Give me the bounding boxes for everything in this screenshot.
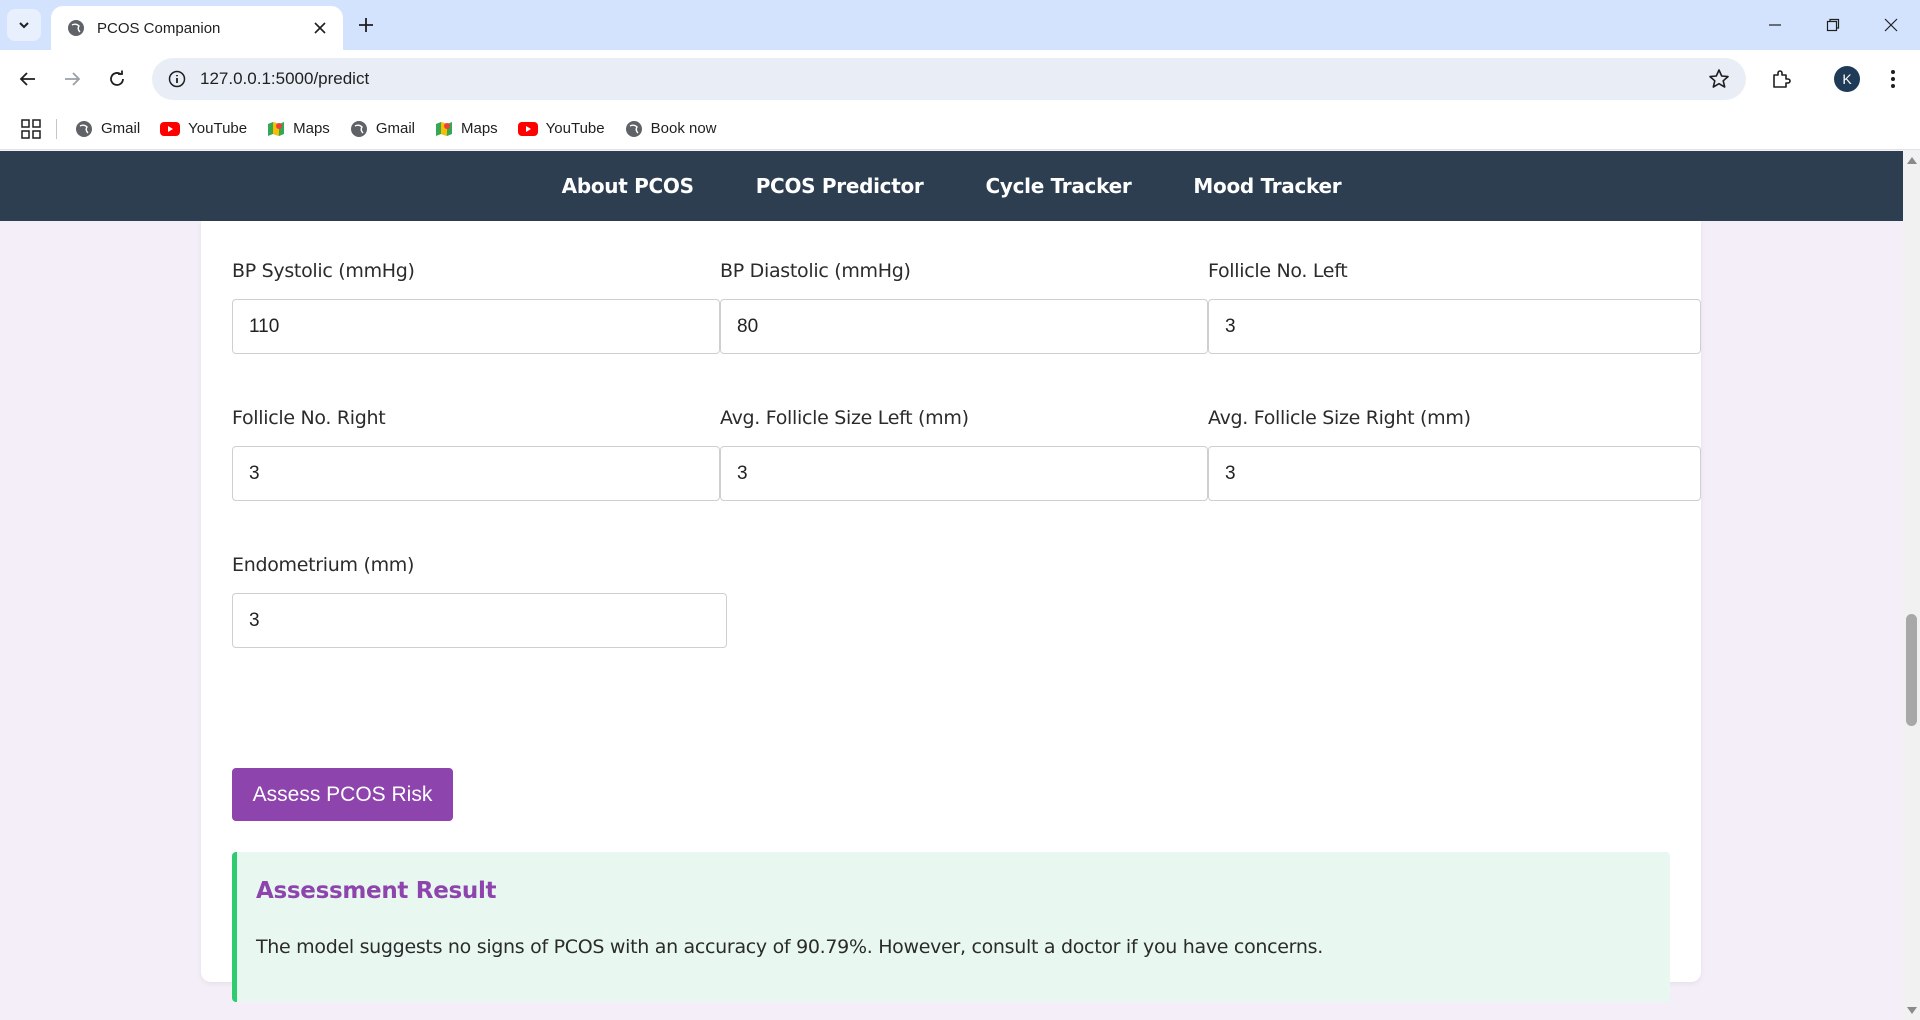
more-vertical-icon <box>1891 70 1895 88</box>
page-viewport: About PCOS PCOS Predictor Cycle Tracker … <box>0 151 1903 1020</box>
youtube-icon <box>517 121 538 136</box>
predictor-form-card: BP Systolic (mmHg) 110 BP Diastolic (mmH… <box>201 221 1701 1002</box>
extensions-button[interactable] <box>1766 64 1796 94</box>
info-icon <box>168 70 186 88</box>
close-window-button[interactable] <box>1862 0 1920 50</box>
bookmark-star-icon[interactable] <box>1708 68 1730 90</box>
back-button[interactable] <box>13 64 43 94</box>
follicle-left-input[interactable]: 3 <box>1208 299 1701 354</box>
restore-button[interactable] <box>1804 0 1862 50</box>
youtube-icon <box>160 121 181 136</box>
bookmark-item[interactable]: YouTube <box>160 120 247 137</box>
forward-button[interactable] <box>57 64 87 94</box>
puzzle-icon <box>1773 70 1791 88</box>
nav-link-mood-tracker[interactable]: Mood Tracker <box>1193 174 1341 198</box>
chevron-down-icon <box>19 22 29 29</box>
globe-icon <box>625 120 642 137</box>
browser-menu-button[interactable] <box>1878 64 1908 94</box>
reload-icon <box>110 70 124 86</box>
field-label: Avg. Follicle Size Right (mm) <box>1208 407 1471 429</box>
follicle-size-right-input[interactable]: 3 <box>1208 446 1701 501</box>
close-icon <box>314 22 326 34</box>
minimize-button[interactable] <box>1746 0 1804 50</box>
bookmark-item[interactable]: Maps <box>267 120 330 138</box>
result-text: The model suggests no signs of PCOS with… <box>256 936 1323 958</box>
bookmark-label: Maps <box>293 120 330 137</box>
tab-title: PCOS Companion <box>97 19 221 37</box>
close-icon <box>1884 18 1898 32</box>
follicle-right-input[interactable]: 3 <box>232 446 720 501</box>
site-navbar: About PCOS PCOS Predictor Cycle Tracker … <box>0 151 1903 221</box>
endometrium-input[interactable]: 3 <box>232 593 727 648</box>
field-label: BP Diastolic (mmHg) <box>720 260 911 282</box>
nav-link-predictor[interactable]: PCOS Predictor <box>756 174 924 198</box>
globe-icon <box>350 120 367 137</box>
bookmark-label: Maps <box>460 120 498 137</box>
scrollbar-thumb[interactable] <box>1906 614 1917 726</box>
bookmarks-divider <box>56 118 57 139</box>
minimize-icon <box>1769 24 1781 26</box>
assessment-result-box: Assessment Result The model suggests no … <box>232 852 1670 1002</box>
bookmark-label: YouTube <box>545 120 605 137</box>
apps-grid-icon[interactable] <box>20 118 42 140</box>
new-tab-button[interactable] <box>352 11 380 39</box>
arrow-right-icon <box>65 72 81 86</box>
field-label: Follicle No. Left <box>1208 260 1348 282</box>
restore-icon <box>1826 18 1840 32</box>
globe-icon <box>76 120 92 137</box>
bookmark-item[interactable]: Gmail <box>75 120 140 138</box>
plus-icon <box>359 18 373 32</box>
tab-strip: PCOS Companion <box>0 0 1920 50</box>
bookmark-label: YouTube <box>188 120 248 137</box>
profile-button[interactable]: K <box>1832 64 1862 94</box>
arrow-left-icon <box>19 72 35 86</box>
maps-icon <box>435 121 452 136</box>
bp-diastolic-input[interactable]: 80 <box>720 299 1208 354</box>
bp-systolic-input[interactable]: 110 <box>232 299 720 354</box>
bookmark-item[interactable]: YouTube <box>517 120 605 137</box>
browser-tab[interactable]: PCOS Companion <box>51 6 343 50</box>
maps-icon <box>268 121 285 136</box>
nav-link-about[interactable]: About PCOS <box>562 174 694 198</box>
assess-pcos-risk-button[interactable]: Assess PCOS Risk <box>232 768 453 821</box>
globe-icon <box>68 20 84 36</box>
window-controls <box>1746 0 1920 50</box>
scroll-up-arrow-icon[interactable] <box>1907 157 1917 164</box>
url-text: 127.0.0.1:5000/predict <box>200 69 370 88</box>
reload-button[interactable] <box>102 64 132 94</box>
field-label: Endometrium (mm) <box>232 554 415 576</box>
nav-link-cycle-tracker[interactable]: Cycle Tracker <box>986 174 1132 198</box>
scroll-down-arrow-icon[interactable] <box>1907 1007 1917 1014</box>
bookmark-item[interactable]: Book now <box>625 120 717 138</box>
avatar: K <box>1834 66 1860 92</box>
bookmark-item[interactable]: Maps <box>435 120 498 138</box>
address-bar[interactable]: 127.0.0.1:5000/predict <box>152 58 1746 100</box>
field-label: BP Systolic (mmHg) <box>232 260 415 282</box>
page-scrollbar[interactable] <box>1903 151 1920 1020</box>
bookmarks-bar: Gmail YouTube Maps Gmail Maps YouTube Bo… <box>0 108 1920 150</box>
bookmark-item[interactable]: Gmail <box>350 120 415 138</box>
tab-search-button[interactable] <box>7 9 41 41</box>
bookmark-label: Gmail <box>375 120 415 137</box>
browser-toolbar: 127.0.0.1:5000/predict K <box>0 50 1920 108</box>
result-title: Assessment Result <box>256 878 497 904</box>
tab-close-button[interactable] <box>309 17 331 39</box>
field-label: Follicle No. Right <box>232 407 386 429</box>
bookmark-label: Book now <box>650 120 717 137</box>
field-label: Avg. Follicle Size Left (mm) <box>720 407 969 429</box>
follicle-size-left-input[interactable]: 3 <box>720 446 1208 501</box>
site-info-button[interactable] <box>166 68 188 90</box>
bookmark-label: Gmail <box>101 120 141 137</box>
